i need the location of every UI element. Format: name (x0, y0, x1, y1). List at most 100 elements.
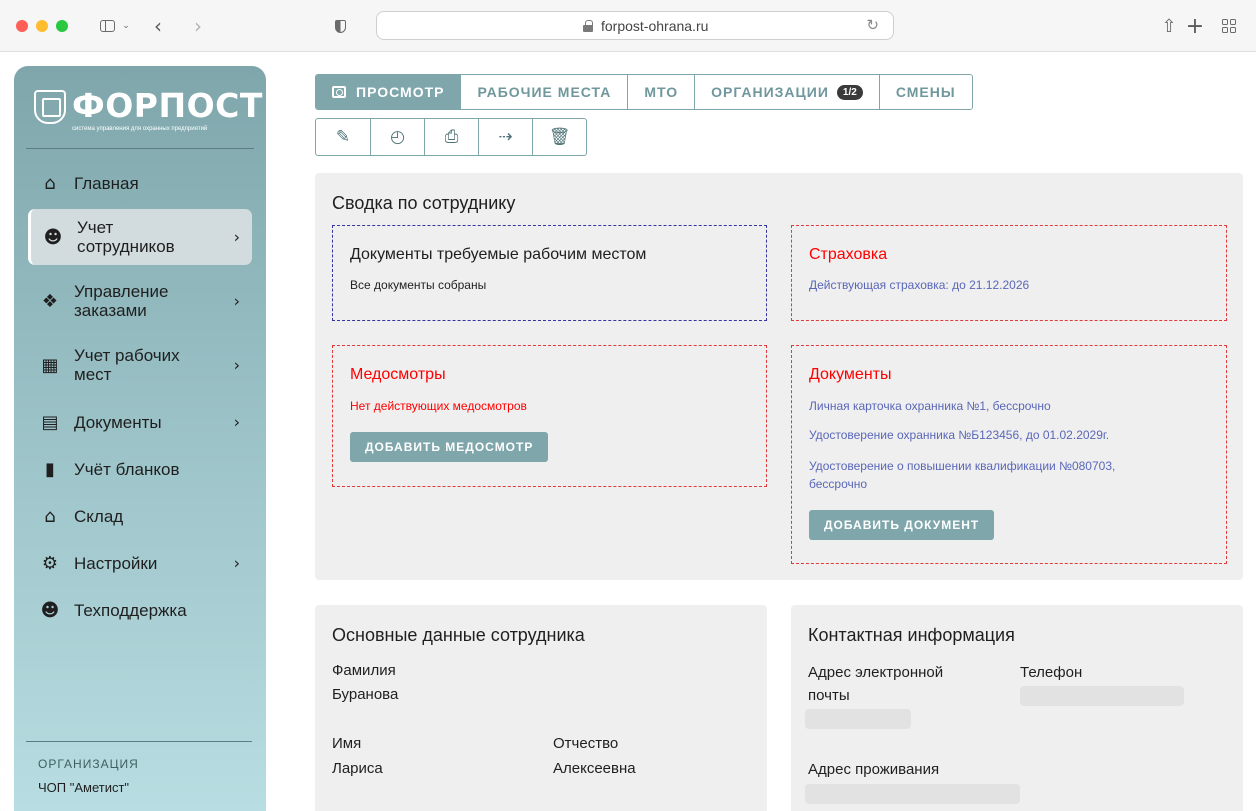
employee-summary: Сводка по сотруднику Документы требуемые… (315, 173, 1243, 580)
tab-label: ПРОСМОТР (356, 84, 445, 100)
logo-emblem-icon (34, 90, 66, 124)
edit-icon[interactable]: ✎ (316, 119, 370, 155)
tab-bar: ПРОСМОТР РАБОЧИЕ МЕСТА МТО ОРГАНИЗАЦИИ 1… (315, 74, 973, 110)
people-icon: ☻ (43, 226, 63, 248)
document-link[interactable]: Удостоверение о повышении квалификации №… (809, 457, 1139, 493)
view-icon (332, 86, 346, 98)
file-icon: ▮ (45, 458, 55, 480)
reload-icon[interactable]: ↻ (866, 16, 879, 34)
sidebar-item-forms[interactable]: ▮ Учёт бланков (28, 448, 252, 490)
address-bar[interactable]: forpost-ohrana.ru ↻ (376, 11, 894, 40)
patronymic-value: Алексеевна (553, 760, 636, 777)
new-tab-icon[interactable]: + (1186, 12, 1204, 40)
history-icon[interactable]: ◴ (370, 119, 424, 155)
required-docs-card: Документы требуемые рабочим местом Все д… (332, 225, 767, 321)
chevron-right-icon: › (233, 291, 240, 311)
document-link[interactable]: Удостоверение охранника №Б123456, до 01.… (809, 428, 1109, 442)
sidebar-toggle-icon[interactable] (96, 12, 118, 40)
surname-value: Буранова (332, 686, 399, 703)
sidebar-item-label: Склад (74, 506, 124, 526)
lock-icon (583, 20, 593, 32)
sidebar-item-warehouse[interactable]: ⌂ Склад (28, 495, 252, 537)
card-title: Медосмотры (350, 366, 446, 383)
logo-title: ФОРПОСТ (72, 86, 263, 125)
home-icon: ⌂ (44, 172, 56, 194)
tab-shifts[interactable]: СМЕНЫ (878, 75, 972, 109)
add-document-button[interactable]: ДОБАВИТЬ ДОКУМЕНТ (809, 510, 995, 540)
organization-value[interactable]: ЧОП "Аметист" (38, 780, 129, 795)
handshake-icon: ❖ (41, 290, 59, 312)
close-window-button[interactable] (16, 20, 28, 32)
sidebar-item-documents[interactable]: ▤ Документы › (28, 401, 252, 443)
support-icon: ☻ (40, 599, 60, 621)
address-label: Адрес проживания (808, 761, 940, 778)
tab-organizations[interactable]: ОРГАНИЗАЦИИ 1/2 (694, 75, 879, 109)
zoom-window-button[interactable] (56, 20, 68, 32)
privacy-shield-icon[interactable] (332, 12, 348, 40)
sidebar-item-employees[interactable]: ☻ Учет сотрудников › (28, 209, 252, 265)
medical-card: Медосмотры Нет действующих медосмотров Д… (332, 345, 767, 487)
back-arrow-icon[interactable]: ‹ (150, 12, 166, 40)
sidebar-item-settings[interactable]: ⚙ Настройки › (28, 542, 252, 584)
divider (26, 741, 252, 742)
add-medical-button[interactable]: ДОБАВИТЬ МЕДОСМОТР (350, 432, 549, 462)
share-icon[interactable]: ⇧ (1160, 12, 1178, 40)
document-link[interactable]: Личная карточка охранника №1, бессрочно (809, 399, 1051, 413)
sidebar-nav: ⌂ Главная ☻ Учет сотрудников › ❖ Управле… (28, 162, 252, 636)
tab-label: ОРГАНИЗАЦИИ (711, 84, 829, 100)
chevron-right-icon: › (233, 553, 240, 573)
name-label: Имя (332, 735, 362, 752)
name-value: Лариса (332, 760, 383, 777)
logo[interactable]: ФОРПОСТ система управления для охранных … (30, 86, 263, 134)
phone-placeholder (1020, 686, 1184, 706)
sidebar-item-label: Учёт бланков (74, 459, 180, 479)
sidebar-item-workplaces[interactable]: ▦ Учет рабочих мест › (28, 337, 252, 393)
sidebar-item-label: Учет сотрудников (77, 218, 175, 256)
email-placeholder (805, 709, 911, 729)
tab-view[interactable]: ПРОСМОТР (316, 75, 461, 109)
minimize-window-button[interactable] (36, 20, 48, 32)
tab-mto[interactable]: МТО (627, 75, 695, 109)
sidebar-item-label: Документы (74, 412, 162, 432)
sidebar-item-label: Настройки (74, 553, 158, 573)
logo-subtitle: система управления для охранных предприя… (72, 126, 208, 132)
chevron-right-icon: › (233, 412, 240, 432)
tab-overview-icon[interactable] (1220, 12, 1238, 40)
surname-label: Фамилия (332, 662, 396, 679)
building-icon: ▦ (41, 354, 59, 376)
card-title: Документы требуемые рабочим местом (350, 246, 647, 263)
section-title: Основные данные сотрудника (332, 625, 585, 645)
logout-icon[interactable]: ⇢ (478, 119, 532, 155)
address-placeholder (805, 784, 1020, 804)
sidebar-item-home[interactable]: ⌂ Главная (28, 162, 252, 204)
print-icon[interactable]: ⎙ (424, 119, 478, 155)
delete-icon[interactable]: 🗑 (532, 119, 586, 155)
email-label: Адрес электронной почты (808, 664, 944, 704)
tab-label: МТО (644, 84, 679, 100)
tab-label: СМЕНЫ (895, 84, 956, 100)
forward-arrow-icon[interactable]: › (190, 12, 206, 40)
browser-toolbar: ⌄ ‹ › forpost-ohrana.ru ↻ ⇧ + (0, 0, 1256, 52)
documents-card: Документы Личная карточка охранника №1, … (791, 345, 1227, 564)
section-title: Сводка по сотруднику (332, 193, 516, 213)
sidebar-item-support[interactable]: ☻ Техподдержка (28, 589, 252, 631)
patronymic-label: Отчество (553, 735, 619, 752)
card-status: Действующая страховка: до 21.12.2026 (809, 278, 1030, 292)
sidebar-item-label: Техподдержка (74, 600, 187, 620)
warehouse-icon: ⌂ (44, 505, 56, 527)
tab-label: РАБОЧИЕ МЕСТА (477, 84, 612, 100)
organization-label: ОРГАНИЗАЦИЯ (38, 757, 139, 771)
sidebar: ФОРПОСТ система управления для охранных … (14, 66, 266, 811)
count-badge: 1/2 (836, 84, 863, 100)
url-text: forpost-ohrana.ru (601, 18, 709, 34)
sidebar-item-orders[interactable]: ❖ Управление заказами › (28, 273, 252, 329)
insurance-card: Страховка Действующая страховка: до 21.1… (791, 225, 1227, 321)
action-toolbar: ✎ ◴ ⎙ ⇢ 🗑 (315, 118, 587, 156)
sidebar-item-label: Управление заказами (74, 282, 169, 320)
tab-workplaces[interactable]: РАБОЧИЕ МЕСТА (460, 75, 628, 109)
divider (26, 148, 254, 149)
document-list-icon: ▤ (41, 411, 59, 433)
chevron-right-icon: › (233, 227, 240, 247)
contacts-panel: Контактная информация Адрес электронной … (791, 605, 1243, 811)
chevron-down-icon[interactable]: ⌄ (120, 12, 132, 40)
